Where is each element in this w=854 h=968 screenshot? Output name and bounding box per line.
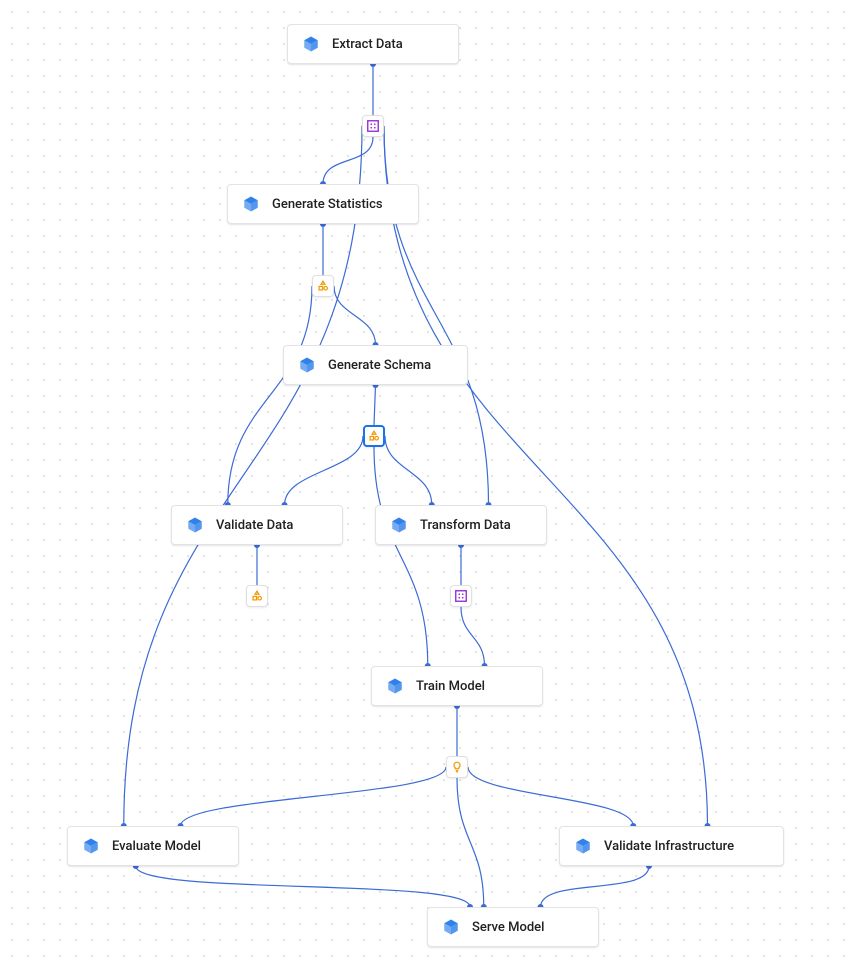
cube-icon: [298, 356, 316, 374]
node-validate-infrastructure[interactable]: Validate Infrastructure: [559, 826, 784, 866]
node-generate-schema[interactable]: Generate Schema: [283, 345, 468, 385]
node-label: Generate Statistics: [272, 197, 383, 212]
cube-icon: [186, 516, 204, 534]
node-label: Train Model: [416, 679, 485, 694]
node-label: Validate Infrastructure: [604, 839, 734, 854]
cube-icon: [386, 677, 404, 695]
cube-icon: [242, 195, 260, 213]
junction-j5[interactable]: [450, 585, 472, 607]
edge-layer: [0, 0, 854, 968]
junction-j2[interactable]: [312, 275, 334, 297]
node-transform-data[interactable]: Transform Data: [375, 505, 547, 545]
pipeline-canvas[interactable]: Extract Data Generate Statistics Generat…: [0, 0, 854, 968]
junction-j4[interactable]: [246, 585, 268, 607]
node-label: Extract Data: [332, 37, 403, 52]
node-label: Serve Model: [472, 920, 544, 935]
node-extract-data[interactable]: Extract Data: [287, 24, 459, 64]
junction-j3[interactable]: [363, 425, 385, 447]
node-label: Transform Data: [420, 518, 511, 533]
cube-icon: [82, 837, 100, 855]
node-label: Validate Data: [216, 518, 293, 533]
node-generate-statistics[interactable]: Generate Statistics: [227, 184, 419, 224]
node-label: Generate Schema: [328, 358, 431, 373]
node-serve-model[interactable]: Serve Model: [427, 907, 599, 947]
junction-j6[interactable]: [446, 756, 468, 778]
node-train-model[interactable]: Train Model: [371, 666, 543, 706]
junction-j1[interactable]: [362, 115, 384, 137]
cube-icon: [574, 837, 592, 855]
node-validate-data[interactable]: Validate Data: [171, 505, 343, 545]
cube-icon: [302, 35, 320, 53]
cube-icon: [442, 918, 460, 936]
node-label: Evaluate Model: [112, 839, 201, 854]
node-evaluate-model[interactable]: Evaluate Model: [67, 826, 239, 866]
cube-icon: [390, 516, 408, 534]
